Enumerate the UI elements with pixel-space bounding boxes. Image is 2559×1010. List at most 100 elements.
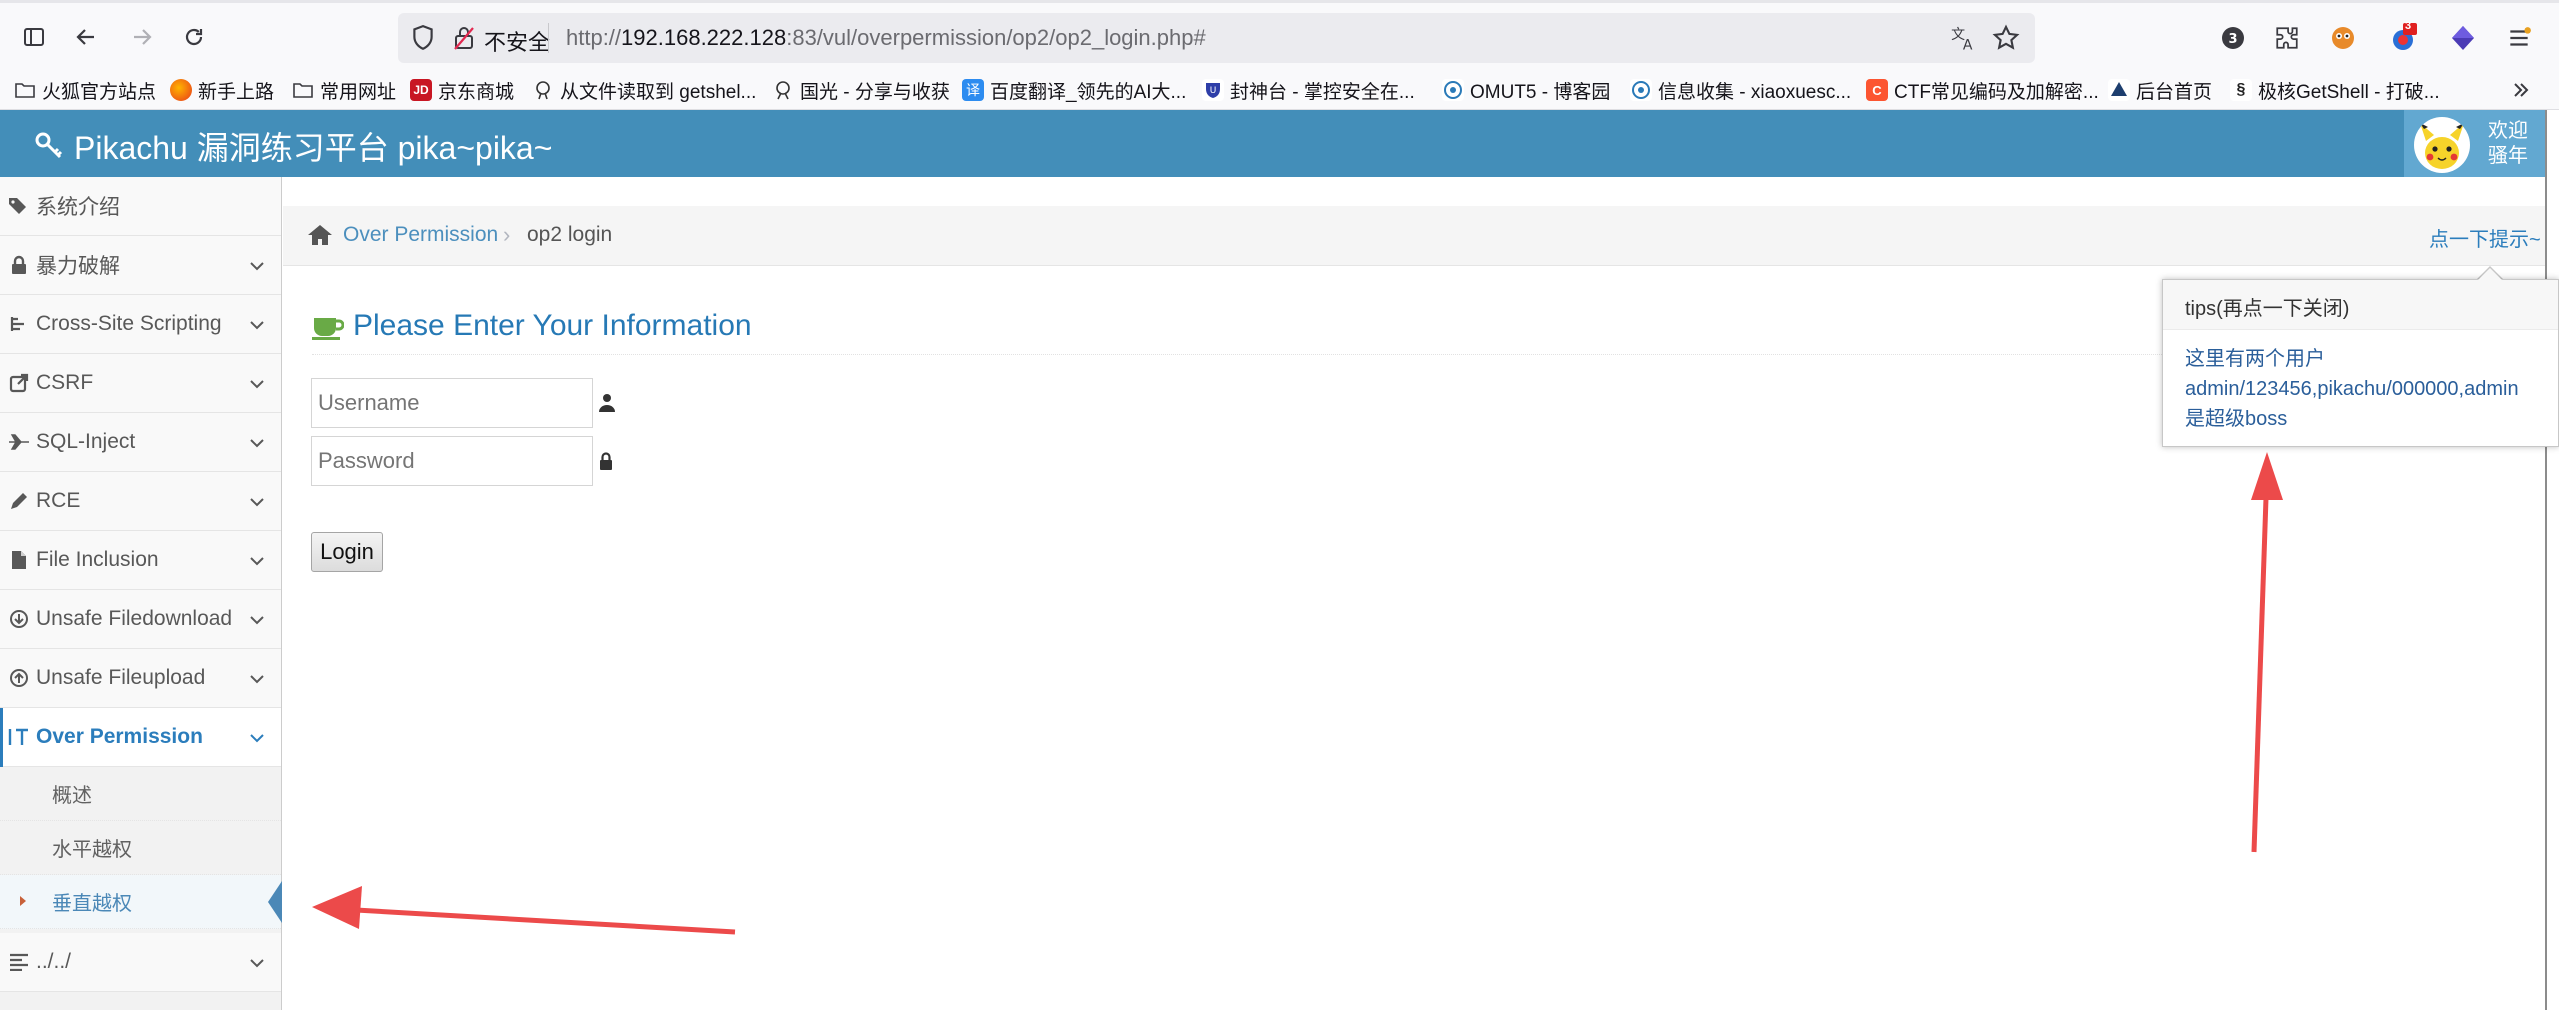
submenu-item-overview[interactable]: 概述 — [0, 767, 281, 821]
bookmark-label: CTF常见编码及加解密... — [1894, 81, 2099, 103]
password-field[interactable] — [311, 436, 593, 486]
submenu-item-horizontal[interactable]: 水平越权 — [0, 821, 281, 875]
bookmarks-overflow-icon[interactable] — [2510, 76, 2532, 104]
bookmark-item[interactable]: C CTF常见编码及加解密... — [1866, 76, 2099, 104]
breadcrumb: Over Permission › op2 login — [283, 206, 2545, 266]
bookmark-item[interactable]: 火狐官方站点 — [14, 76, 156, 104]
sidebar-item-unsafe-filedownload[interactable]: Unsafe Filedownload — [0, 590, 281, 649]
folder-icon — [292, 79, 314, 101]
tips-popover[interactable]: tips(再点一下关闭) 这里有两个用户 admin/123456,pikach… — [2162, 279, 2559, 447]
svg-text:3: 3 — [2228, 32, 2237, 47]
annotation-arrow-left — [312, 886, 736, 935]
bookmarks-bar: 火狐官方站点 新手上路 常用网址 JD 京东商城 从文件读取到 getshel.… — [0, 70, 2559, 110]
user-menu[interactable]: 欢迎 骚年 — [2404, 110, 2559, 177]
bookmark-item[interactable]: 新手上路 — [170, 76, 274, 104]
username-field[interactable] — [311, 378, 593, 428]
sidebar-item-unsafe-fileupload[interactable]: Unsafe Fileupload — [0, 649, 281, 708]
bookmark-item[interactable]: 常用网址 — [292, 76, 396, 104]
notification-badge: 3 — [2405, 20, 2412, 32]
sidebar-item-parent-dir[interactable]: ../../ — [0, 933, 281, 992]
submenu-item-vertical[interactable]: 垂直越权 — [0, 875, 282, 929]
sidebar-item-brute-force[interactable]: 暴力破解 — [0, 236, 281, 295]
bookmark-item[interactable]: 信息收集 - xiaoxuesc... — [1630, 76, 1851, 104]
bookmark-item[interactable]: 译 百度翻译_领先的AI大... — [962, 76, 1186, 104]
bookmark-item[interactable]: 后台首页 — [2108, 76, 2212, 104]
active-pointer — [268, 881, 282, 923]
tree-icon — [6, 315, 32, 333]
breadcrumb-current: op2 login — [527, 223, 613, 246]
avatar — [2414, 117, 2470, 173]
breadcrumb-separator: › — [503, 222, 511, 247]
welcome-line: 欢迎 — [2488, 120, 2528, 142]
sidebar-item-intro[interactable]: 系统介绍 — [0, 177, 281, 236]
site-icon — [1442, 79, 1464, 101]
url-prefix: http:// — [566, 25, 622, 50]
bookmark-item[interactable]: 从文件读取到 getshel... — [532, 76, 756, 104]
pocket-icon[interactable]: 3 — [2216, 21, 2250, 55]
sidebar-item-file-inclusion[interactable]: File Inclusion — [0, 531, 281, 590]
hint-link[interactable]: 点一下提示~ — [2429, 223, 2541, 252]
sidebar-item-csrf[interactable]: CSRF — [0, 354, 281, 413]
shield-icon[interactable] — [410, 24, 436, 57]
pencil-icon — [6, 491, 32, 511]
extensions-icon[interactable] — [2270, 21, 2304, 55]
bookmark-item[interactable]: § 极核GetShell - 打破... — [2230, 76, 2440, 104]
submenu-item-label: 水平越权 — [52, 839, 132, 861]
notification-extension-icon[interactable]: 3 — [2386, 20, 2420, 55]
file-icon — [6, 550, 32, 570]
chevron-down-icon — [249, 953, 265, 977]
app-brand[interactable]: Pikachu 漏洞练习平台 pika~pika~ — [34, 123, 552, 169]
sidebar-toggle-icon[interactable] — [14, 17, 54, 57]
sidebar-item-label: RCE — [36, 489, 81, 512]
bookmark-label: 从文件读取到 getshel... — [560, 81, 757, 103]
insecure-label[interactable]: 不安全 — [484, 25, 550, 57]
forward-icon[interactable] — [122, 17, 162, 57]
proxy-extension-icon[interactable] — [2446, 21, 2480, 55]
sidebar-item-over-permission[interactable]: Over Permission — [0, 708, 281, 767]
chevron-down-icon — [249, 669, 265, 693]
reload-icon[interactable] — [174, 17, 214, 57]
text-height-icon — [6, 726, 32, 748]
submenu-item-label: 垂直越权 — [52, 893, 132, 915]
bookmark-item[interactable]: JD 京东商城 — [410, 76, 514, 104]
sidebar-item-label: File Inclusion — [36, 548, 159, 571]
bookmark-item[interactable]: OMUT5 - 博客园 — [1442, 76, 1610, 104]
translate-icon[interactable]: 文A — [1950, 24, 1978, 57]
sidebar-item-label: 暴力破解 — [36, 255, 120, 278]
chevron-down-icon — [249, 315, 265, 339]
bookmark-item[interactable]: 国光 - 分享与收获 — [772, 76, 950, 104]
align-left-icon — [6, 953, 32, 971]
app-title: Pikachu 漏洞练习平台 pika~pika~ — [74, 130, 553, 166]
chevron-down-icon — [249, 610, 265, 634]
scrollbar[interactable] — [2545, 110, 2559, 1010]
site-icon: § — [2230, 79, 2252, 101]
popover-line: 是超级boss — [2185, 408, 2288, 430]
page-title: Please Enter Your Information — [353, 309, 752, 342]
sidebar: 系统介绍 暴力破解 Cross-Site Scripting CSRF SQL-… — [0, 177, 282, 1010]
bookmark-item[interactable]: U 封神台 - 掌控安全在... — [1202, 76, 1415, 104]
folder-icon — [14, 79, 36, 101]
chevron-down-icon — [249, 256, 265, 280]
bookmark-label: 火狐官方站点 — [42, 81, 157, 103]
breadcrumb-link[interactable]: Over Permission — [343, 223, 498, 247]
bookmark-label: 京东商城 — [438, 81, 515, 103]
sidebar-item-xss[interactable]: Cross-Site Scripting — [0, 295, 281, 354]
home-icon[interactable] — [307, 224, 333, 251]
bookmark-star-icon[interactable] — [1992, 24, 2020, 57]
url-bar[interactable]: 不安全 http://192.168.222.128:83/vul/overpe… — [398, 13, 2035, 63]
login-button[interactable]: Login — [311, 532, 383, 572]
sidebar-item-rce[interactable]: RCE — [0, 472, 281, 531]
site-icon — [1630, 79, 1652, 101]
site-icon — [532, 79, 554, 101]
menu-icon[interactable] — [2502, 21, 2536, 55]
back-icon[interactable] — [66, 17, 106, 57]
translate-icon: 译 — [962, 79, 984, 101]
bookmark-label: OMUT5 - 博客园 — [1470, 81, 1611, 103]
caret-right-icon — [20, 896, 26, 906]
download-icon — [6, 609, 32, 629]
sidebar-item-label: Cross-Site Scripting — [36, 312, 222, 335]
hackbar-icon[interactable] — [2326, 21, 2360, 55]
url-text[interactable]: http://192.168.222.128:83/vul/overpermis… — [566, 25, 1206, 51]
sidebar-item-sql-inject[interactable]: SQL-Inject — [0, 413, 281, 472]
insecure-lock-icon[interactable] — [452, 24, 476, 57]
